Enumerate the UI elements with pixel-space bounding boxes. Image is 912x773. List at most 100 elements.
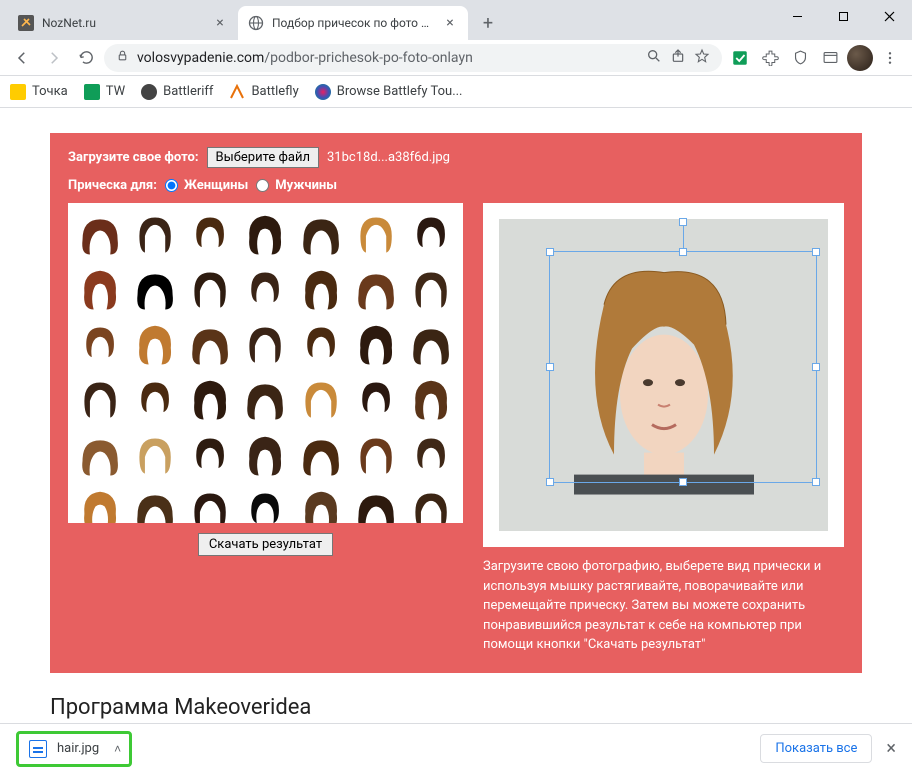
close-icon[interactable]: × — [442, 15, 458, 31]
resize-handle[interactable] — [546, 248, 554, 256]
hair-option[interactable] — [240, 485, 291, 523]
bookmark-item[interactable]: Точка — [10, 84, 68, 100]
hair-option[interactable] — [295, 485, 346, 523]
hair-option[interactable] — [129, 485, 180, 523]
hair-option[interactable] — [295, 264, 346, 315]
close-icon[interactable]: × — [212, 15, 228, 31]
hair-option[interactable] — [350, 430, 401, 481]
maximize-button[interactable] — [820, 0, 866, 32]
hair-option[interactable] — [185, 430, 236, 481]
gender-male-radio[interactable] — [256, 179, 269, 192]
hair-option[interactable] — [129, 320, 180, 371]
tab-title: NozNet.ru — [42, 16, 204, 30]
hair-option[interactable] — [74, 264, 125, 315]
hair-option[interactable] — [240, 430, 291, 481]
resize-handle[interactable] — [679, 478, 687, 486]
new-tab-button[interactable]: + — [474, 9, 502, 37]
hair-option[interactable] — [74, 209, 125, 260]
hair-option[interactable] — [240, 264, 291, 315]
hair-option[interactable] — [74, 430, 125, 481]
resize-handle[interactable] — [812, 248, 820, 256]
star-icon[interactable] — [694, 48, 710, 68]
close-window-button[interactable] — [866, 0, 912, 32]
extension-shield-icon[interactable] — [786, 44, 814, 72]
chevron-up-icon[interactable]: ˄ — [114, 742, 121, 756]
hair-option[interactable] — [406, 430, 457, 481]
gender-female-radio[interactable] — [165, 179, 178, 192]
back-button[interactable] — [8, 44, 36, 72]
reload-button[interactable] — [72, 44, 100, 72]
hair-option[interactable] — [74, 320, 125, 371]
hair-option[interactable] — [350, 320, 401, 371]
share-icon[interactable] — [670, 48, 686, 68]
hair-option[interactable] — [129, 375, 180, 426]
resize-handle[interactable] — [812, 363, 820, 371]
hair-option[interactable] — [350, 485, 401, 523]
resize-handle[interactable] — [546, 363, 554, 371]
browser-toolbar: volosvypadenie.com/podbor-prichesok-po-f… — [0, 40, 912, 76]
hair-option[interactable] — [350, 264, 401, 315]
show-all-downloads-button[interactable]: Показать все — [760, 734, 872, 763]
bookmark-label: Точка — [32, 84, 68, 99]
hair-option[interactable] — [185, 209, 236, 260]
hair-option[interactable] — [406, 485, 457, 523]
selection-box[interactable] — [549, 251, 817, 483]
hair-option[interactable] — [295, 375, 346, 426]
section-title: Программа Makeoveridea — [50, 695, 862, 720]
hairstyle-palette[interactable] — [68, 203, 463, 523]
upload-label: Загрузите свое фото: — [68, 150, 199, 165]
hair-option[interactable] — [129, 264, 180, 315]
hair-option[interactable] — [185, 375, 236, 426]
hair-option[interactable] — [406, 209, 457, 260]
hair-option[interactable] — [185, 264, 236, 315]
hair-option[interactable] — [350, 209, 401, 260]
bookmark-item[interactable]: TW — [84, 84, 125, 100]
wrench-icon — [18, 15, 34, 31]
resize-handle[interactable] — [812, 478, 820, 486]
hair-option[interactable] — [74, 375, 125, 426]
close-icon[interactable]: × — [886, 738, 896, 759]
menu-icon[interactable] — [876, 44, 904, 72]
search-icon[interactable] — [646, 48, 662, 68]
hair-option[interactable] — [129, 209, 180, 260]
extensions-icon[interactable] — [756, 44, 784, 72]
bookmark-item[interactable]: Browse Battlefy Tou... — [315, 84, 463, 100]
hair-option[interactable] — [406, 320, 457, 371]
upload-row: Загрузите свое фото: Выберите файл 31bc1… — [68, 147, 844, 168]
hair-option[interactable] — [295, 430, 346, 481]
window-controls — [774, 0, 912, 32]
download-chip[interactable]: hair.jpg ˄ — [16, 731, 132, 767]
bookmark-item[interactable]: Battleriff — [141, 84, 213, 100]
hair-option[interactable] — [185, 485, 236, 523]
rotate-handle[interactable] — [679, 218, 687, 226]
hair-option[interactable] — [295, 320, 346, 371]
bookmark-item[interactable]: Battlefly — [229, 84, 298, 100]
resize-handle[interactable] — [546, 478, 554, 486]
hair-option[interactable] — [350, 375, 401, 426]
browser-tab-active[interactable]: Подбор причесок по фото онла × — [238, 6, 468, 40]
download-result-button[interactable]: Скачать результат — [198, 533, 333, 556]
forward-button[interactable] — [40, 44, 68, 72]
resize-handle[interactable] — [679, 248, 687, 256]
hair-option[interactable] — [240, 320, 291, 371]
extension-check-icon[interactable] — [726, 44, 754, 72]
address-bar[interactable]: volosvypadenie.com/podbor-prichesok-po-f… — [104, 44, 722, 72]
bookmark-label: Battleriff — [163, 84, 213, 99]
hair-option[interactable] — [406, 375, 457, 426]
hair-option[interactable] — [185, 320, 236, 371]
hair-option[interactable] — [74, 485, 125, 523]
avatar[interactable] — [846, 44, 874, 72]
browser-tab-inactive[interactable]: NozNet.ru × — [8, 6, 238, 40]
hair-option[interactable] — [129, 430, 180, 481]
choose-file-button[interactable]: Выберите файл — [207, 147, 319, 168]
hair-option[interactable] — [406, 264, 457, 315]
minimize-button[interactable] — [774, 0, 820, 32]
hair-option[interactable] — [240, 375, 291, 426]
hair-option[interactable] — [240, 209, 291, 260]
lock-icon — [116, 49, 129, 66]
page-content: Загрузите свое фото: Выберите файл 31bc1… — [0, 108, 912, 723]
photo-canvas[interactable] — [499, 219, 828, 531]
extension-tab-icon[interactable] — [816, 44, 844, 72]
gender-male-label: Мужчины — [275, 178, 337, 193]
hair-option[interactable] — [295, 209, 346, 260]
